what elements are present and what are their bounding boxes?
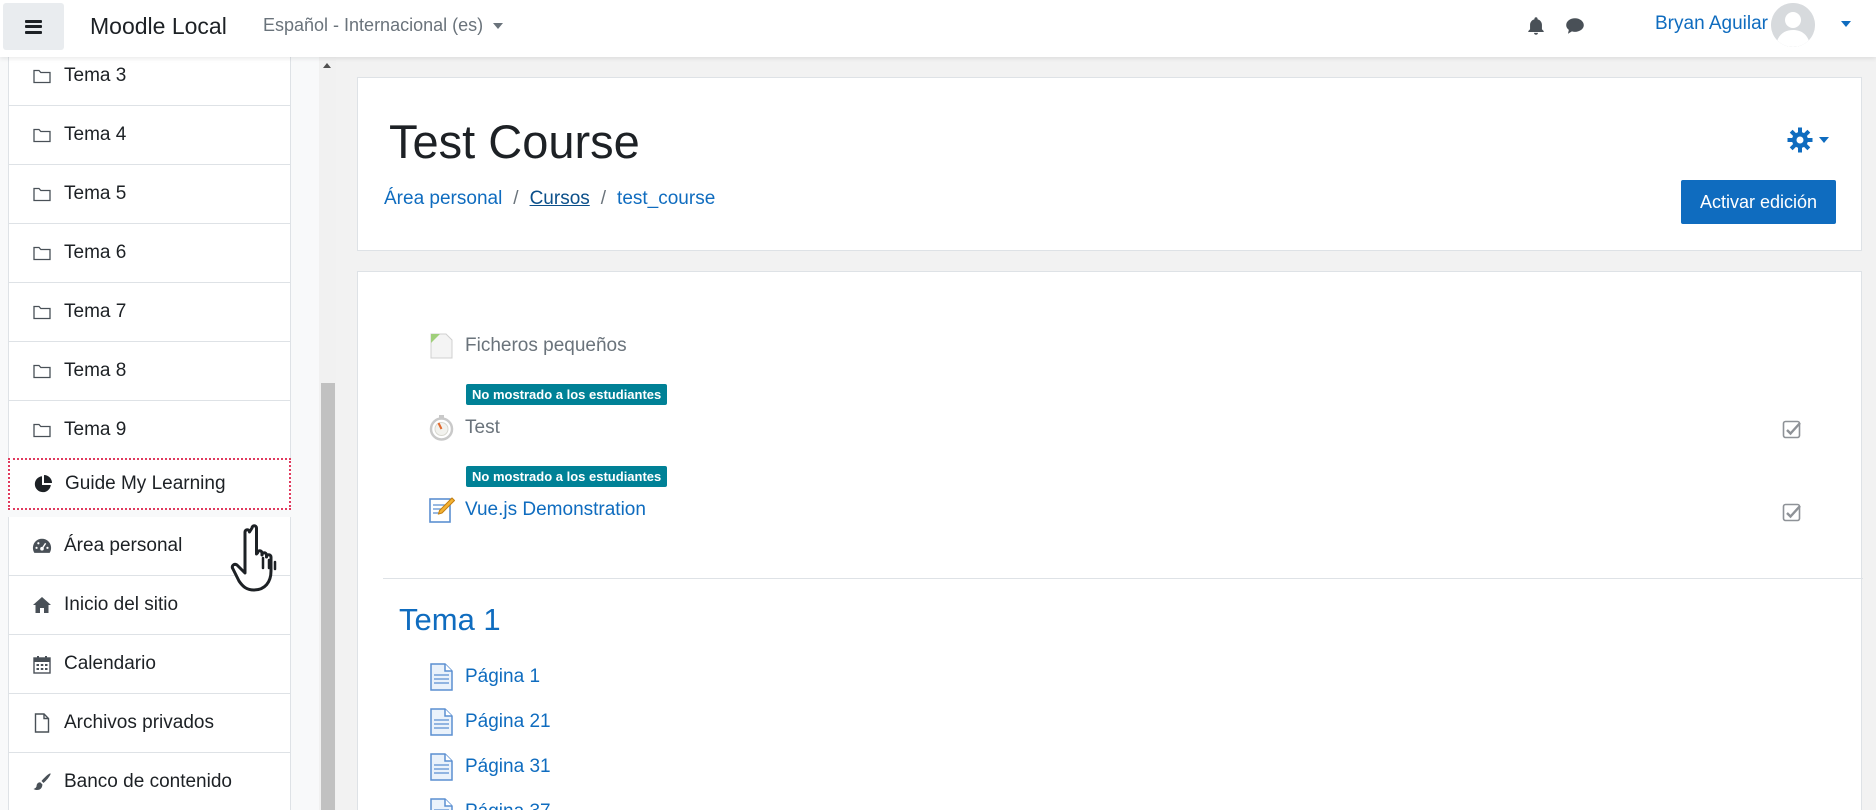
sidebar-item-tema-7[interactable]: Tema 7: [8, 283, 291, 342]
top-navbar: Moodle Local Español - Internacional (es…: [0, 0, 1876, 57]
folder-icon: [32, 361, 52, 381]
file-resource-icon: [430, 333, 453, 359]
pie-chart-icon: [33, 474, 53, 494]
activity-name: Ficheros pequeños: [465, 335, 627, 356]
activity-name[interactable]: Página 31: [465, 756, 551, 778]
sidebar-item-tema-6[interactable]: Tema 6: [8, 224, 291, 283]
chevron-down-icon[interactable]: [1841, 21, 1851, 27]
folder-icon: [32, 420, 52, 440]
gear-icon: [1787, 127, 1813, 153]
assignment-icon: [429, 497, 455, 523]
page-icon: [430, 708, 453, 736]
bell-icon[interactable]: [1525, 15, 1547, 37]
completion-checkbox-icon[interactable]: [1782, 503, 1802, 523]
completion-checkbox-icon[interactable]: [1782, 420, 1802, 440]
sidebar-item-label: Inicio del sitio: [64, 594, 179, 615]
activity-pagina-31[interactable]: Página 31: [428, 753, 551, 781]
site-brand[interactable]: Moodle Local: [90, 13, 227, 40]
sidebar-item-tema-5[interactable]: Tema 5: [8, 165, 291, 224]
sidebar-item-label: Tema 7: [64, 301, 127, 322]
folder-icon: [32, 302, 52, 322]
nav-drawer: Tema 3 Tema 4 Tema 5 Tema 6 Tema 7 Tema …: [0, 57, 336, 810]
activity-pagina-1[interactable]: Página 1: [428, 663, 540, 691]
activity-pagina-37[interactable]: Página 37: [428, 798, 551, 810]
sidebar-item-tema-8[interactable]: Tema 8: [8, 342, 291, 401]
folder-icon: [32, 243, 52, 263]
sidebar-item-label: Tema 8: [64, 360, 127, 381]
sidebar-item-label: Tema 3: [64, 65, 127, 86]
language-selector[interactable]: Español - Internacional (es): [263, 15, 504, 36]
avatar-icon[interactable]: [1771, 3, 1815, 47]
sidebar-item-guide-my-learning[interactable]: Guide My Learning: [8, 458, 291, 510]
sidebar-item-banco-de-contenido[interactable]: Banco de contenido: [8, 753, 291, 810]
calendar-icon: [32, 654, 52, 674]
sidebar-item-label: Tema 4: [64, 124, 127, 145]
sidebar-item-label: Tema 6: [64, 242, 127, 263]
home-icon: [32, 595, 52, 615]
sidebar-item-label: Tema 5: [64, 183, 127, 204]
sidebar-item-label: Tema 9: [64, 419, 127, 440]
activity-name: Test: [465, 417, 500, 438]
file-icon: [32, 713, 52, 733]
scroll-up-arrow-icon[interactable]: [323, 63, 331, 68]
chat-icon[interactable]: [1564, 15, 1586, 37]
breadcrumb-test-course[interactable]: test_course: [617, 188, 715, 210]
activity-vuejs-demonstration[interactable]: Vue.js Demonstration: [428, 496, 646, 524]
page-title: Test Course: [389, 115, 640, 168]
breadcrumb: Área personal / Cursos / test_course: [384, 188, 715, 210]
activity-name[interactable]: Página 1: [465, 666, 540, 688]
sidebar-item-tema-3[interactable]: Tema 3: [8, 57, 291, 106]
hand-cursor-icon: [230, 524, 277, 592]
sidebar-item-tema-4[interactable]: Tema 4: [8, 106, 291, 165]
quiz-icon: [429, 415, 454, 441]
sidebar-item-label: Área personal: [64, 535, 183, 556]
page-icon: [430, 753, 453, 781]
breadcrumb-separator: /: [513, 188, 519, 209]
chevron-down-icon: [493, 22, 504, 29]
section-title-tema-1[interactable]: Tema 1: [399, 602, 501, 638]
activity-name[interactable]: Página 37: [465, 801, 551, 810]
hidden-from-students-badge: No mostrado a los estudiantes: [466, 384, 668, 405]
drawer-list: Tema 3 Tema 4 Tema 5 Tema 6 Tema 7 Tema …: [8, 57, 291, 810]
section-divider: [383, 578, 1863, 579]
folder-icon: [32, 66, 52, 86]
paintbrush-icon: [32, 772, 52, 792]
sidebar-item-label: Archivos privados: [64, 712, 214, 733]
sidebar-item-label: Banco de contenido: [64, 771, 232, 792]
sidebar-item-archivos-privados[interactable]: Archivos privados: [8, 694, 291, 753]
breadcrumb-cursos[interactable]: Cursos: [530, 188, 590, 210]
breadcrumb-area-personal[interactable]: Área personal: [384, 188, 502, 210]
scrollbar-thumb[interactable]: [321, 383, 335, 810]
course-content: Ficheros pequeños No mostrado a los estu…: [357, 271, 1863, 810]
course-settings-menu[interactable]: [1787, 127, 1829, 153]
folder-icon: [32, 184, 52, 204]
activity-name[interactable]: Vue.js Demonstration: [465, 499, 646, 521]
hidden-from-students-badge: No mostrado a los estudiantes: [466, 466, 668, 487]
folder-icon: [32, 125, 52, 145]
sidebar-item-tema-9[interactable]: Tema 9: [8, 401, 291, 460]
user-menu-name[interactable]: Bryan Aguilar: [1655, 13, 1768, 35]
breadcrumb-separator: /: [600, 188, 607, 209]
sidebar-item-label: Guide My Learning: [65, 473, 226, 494]
activar-edicion-button[interactable]: Activar edición: [1681, 180, 1836, 224]
activity-name[interactable]: Página 21: [465, 711, 551, 733]
activity-pagina-21[interactable]: Página 21: [428, 708, 551, 736]
page-icon: [430, 663, 453, 691]
page-icon: [430, 798, 453, 810]
drawer-scrollbar[interactable]: [319, 57, 336, 810]
sidebar-item-calendario[interactable]: Calendario: [8, 635, 291, 694]
dashboard-icon: [32, 536, 52, 556]
sidebar-item-label: Calendario: [64, 653, 156, 674]
hamburger-icon: [25, 19, 42, 34]
hamburger-menu-button[interactable]: [3, 3, 64, 50]
activity-ficheros-pequenos[interactable]: Ficheros pequeños: [428, 332, 627, 360]
activity-test[interactable]: Test: [428, 414, 500, 442]
chevron-down-icon: [1819, 137, 1829, 143]
language-label: Español - Internacional (es): [263, 15, 484, 35]
course-header: Test Course Área personal / Cursos / tes…: [357, 77, 1862, 251]
